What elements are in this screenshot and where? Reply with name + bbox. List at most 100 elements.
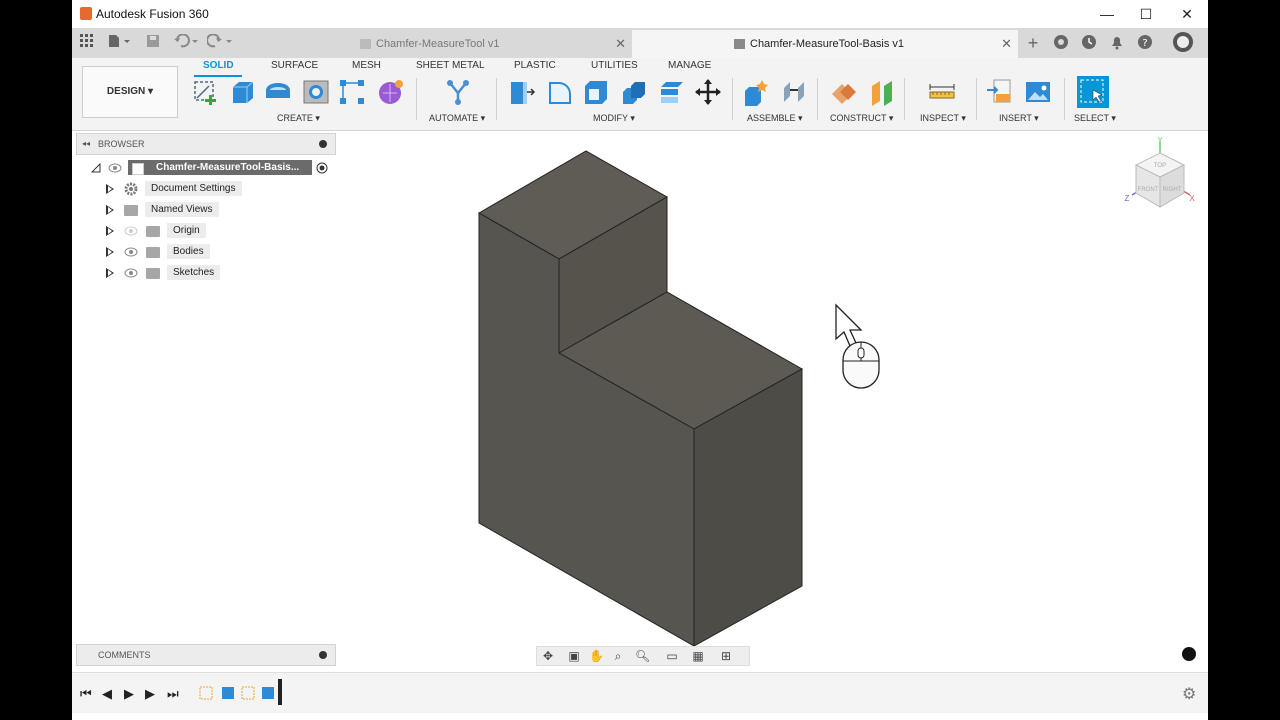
fit-icon[interactable]: 🔍︎ — [635, 649, 650, 663]
grid-settings-icon[interactable]: ▦ — [691, 649, 705, 663]
minimize-button[interactable]: — — [1096, 4, 1118, 24]
offset-face-icon[interactable] — [658, 78, 686, 106]
tab-plastic[interactable]: PLASTIC — [514, 60, 556, 71]
go-to-start-icon[interactable]: ⏮ — [80, 686, 92, 702]
document-tab-bar: Chamfer-MeasureTool v1 ✕ Chamfer-Measure… — [72, 28, 1208, 58]
pan-hand-icon[interactable]: ✋ — [589, 649, 604, 663]
press-pull-icon[interactable] — [508, 78, 536, 106]
offset-plane-icon[interactable] — [830, 78, 858, 106]
tab-solid[interactable]: SOLID — [203, 60, 234, 71]
create-group-label[interactable]: CREATE ▾ — [277, 113, 320, 124]
workspace-switcher-button[interactable]: DESIGN ▾ — [82, 66, 178, 118]
hidden-eye-icon[interactable] — [124, 226, 138, 236]
timeline-features[interactable] — [198, 683, 278, 705]
close-tab-icon[interactable]: ✕ — [615, 30, 626, 58]
create-form-icon[interactable] — [377, 78, 405, 106]
expand-arrow-icon[interactable] — [106, 184, 114, 194]
navigation-bar: ✥ ▣ ✋ ⌕ 🔍︎ ▭ ▦ ⊞ — [536, 646, 750, 666]
insert-svg-icon[interactable] — [986, 78, 1014, 106]
expand-root-icon[interactable] — [90, 162, 102, 180]
browser-panel-header[interactable]: ◂◂ BROWSER — [76, 133, 336, 155]
modify-group-label[interactable]: MODIFY ▾ — [593, 113, 635, 124]
create-sketch-icon[interactable] — [192, 78, 220, 106]
hole-icon[interactable] — [302, 78, 330, 106]
notifications-bell-icon[interactable] — [1108, 34, 1126, 52]
timeline-marker[interactable] — [278, 679, 282, 705]
file-menu-icon[interactable] — [106, 34, 132, 52]
comments-panel-header[interactable]: COMMENTS — [76, 644, 336, 666]
maximize-button[interactable]: ☐ — [1135, 4, 1157, 24]
extrude-icon[interactable] — [229, 78, 257, 106]
job-status-icon[interactable] — [1080, 34, 1098, 52]
fillet-icon[interactable] — [546, 78, 574, 106]
browser-menu-icon[interactable] — [319, 140, 327, 148]
automate-icon[interactable] — [444, 78, 472, 106]
construct-group-label[interactable]: CONSTRUCT ▾ — [830, 113, 893, 124]
tab-chamfer-measuretool[interactable]: Chamfer-MeasureTool v1 ✕ — [242, 30, 632, 58]
save-icon[interactable] — [144, 34, 162, 52]
expand-arrow-icon[interactable] — [106, 205, 114, 215]
new-component-icon[interactable] — [742, 78, 770, 106]
browser-item-sketches[interactable]: Sketches — [106, 265, 306, 281]
browser-item-bodies[interactable]: Bodies — [106, 244, 306, 260]
user-avatar[interactable] — [1172, 31, 1194, 53]
select-group-label[interactable]: SELECT ▾ — [1074, 113, 1116, 124]
mouse-cursor-icon — [835, 303, 880, 389]
visibility-eye-icon[interactable] — [124, 247, 138, 257]
expand-arrow-icon[interactable] — [106, 226, 114, 236]
orbit-icon[interactable]: ✥ — [541, 649, 555, 663]
visibility-eye-icon[interactable] — [108, 163, 122, 173]
joint-icon[interactable] — [780, 78, 808, 106]
browser-root-row[interactable]: Chamfer-MeasureTool-Basis... — [90, 160, 330, 176]
look-at-icon[interactable]: ▣ — [567, 649, 581, 663]
folder-icon — [124, 205, 138, 216]
close-tab-icon[interactable]: ✕ — [1001, 30, 1012, 58]
timeline-settings-gear-icon[interactable]: ⚙ — [1182, 684, 1196, 704]
activate-radio-icon[interactable] — [316, 162, 328, 180]
tab-utilities[interactable]: UTILITIES — [591, 60, 638, 71]
tab-mesh[interactable]: MESH — [352, 60, 381, 71]
expand-arrow-icon[interactable] — [106, 268, 114, 278]
gear-icon — [124, 182, 138, 202]
expand-arrow-icon[interactable] — [106, 247, 114, 257]
undo-icon[interactable] — [172, 33, 200, 52]
extensions-icon[interactable] — [1052, 34, 1070, 52]
assemble-group-label[interactable]: ASSEMBLE ▾ — [747, 113, 803, 124]
inspect-group-label[interactable]: INSPECT ▾ — [920, 113, 966, 124]
collapse-browser-icon[interactable]: ◂◂ — [82, 134, 90, 154]
help-icon[interactable]: ? — [1136, 34, 1154, 52]
go-to-end-icon[interactable]: ⏭ — [167, 686, 179, 702]
browser-item-named-views[interactable]: Named Views — [106, 202, 306, 218]
viewports-icon[interactable]: ⊞ — [719, 649, 733, 663]
viewcube[interactable]: TOP FRONT RIGHT Y Z X — [1120, 135, 1196, 215]
measure-icon[interactable] — [928, 78, 956, 106]
new-tab-plus-icon[interactable]: + — [1024, 34, 1042, 52]
rectangular-pattern-icon[interactable] — [338, 78, 366, 106]
automate-group-label[interactable]: AUTOMATE ▾ — [429, 113, 485, 124]
select-icon[interactable] — [1077, 76, 1109, 108]
insert-group-label[interactable]: INSERT ▾ — [999, 113, 1039, 124]
display-settings-icon[interactable] — [1182, 647, 1196, 661]
step-forward-icon[interactable]: ▶ — [145, 686, 155, 702]
visibility-eye-icon[interactable] — [124, 268, 138, 278]
data-panel-grid-icon[interactable] — [78, 34, 96, 52]
plane-at-angle-icon[interactable] — [868, 78, 896, 106]
shell-icon[interactable] — [582, 78, 610, 106]
redo-icon[interactable] — [206, 33, 234, 52]
revolve-icon[interactable] — [264, 78, 292, 106]
play-icon[interactable]: ▶ — [124, 686, 134, 702]
move-copy-icon[interactable] — [694, 78, 722, 106]
tab-sheet-metal[interactable]: SHEET METAL — [416, 60, 485, 71]
browser-item-document-settings[interactable]: Document Settings — [106, 181, 306, 197]
browser-item-origin[interactable]: Origin — [106, 223, 306, 239]
zoom-icon[interactable]: ⌕ — [611, 649, 625, 663]
step-back-icon[interactable]: ◀ — [102, 686, 112, 702]
tab-manage[interactable]: MANAGE — [668, 60, 711, 71]
display-settings-menu-icon[interactable]: ▭ — [665, 649, 679, 663]
tab-chamfer-measuretool-basis[interactable]: Chamfer-MeasureTool-Basis v1 ✕ — [632, 30, 1018, 58]
combine-icon[interactable] — [620, 78, 648, 106]
tab-surface[interactable]: SURFACE — [271, 60, 318, 71]
add-comment-icon[interactable] — [319, 651, 327, 659]
insert-image-icon[interactable] — [1024, 78, 1052, 106]
close-window-button[interactable]: ✕ — [1176, 4, 1198, 24]
